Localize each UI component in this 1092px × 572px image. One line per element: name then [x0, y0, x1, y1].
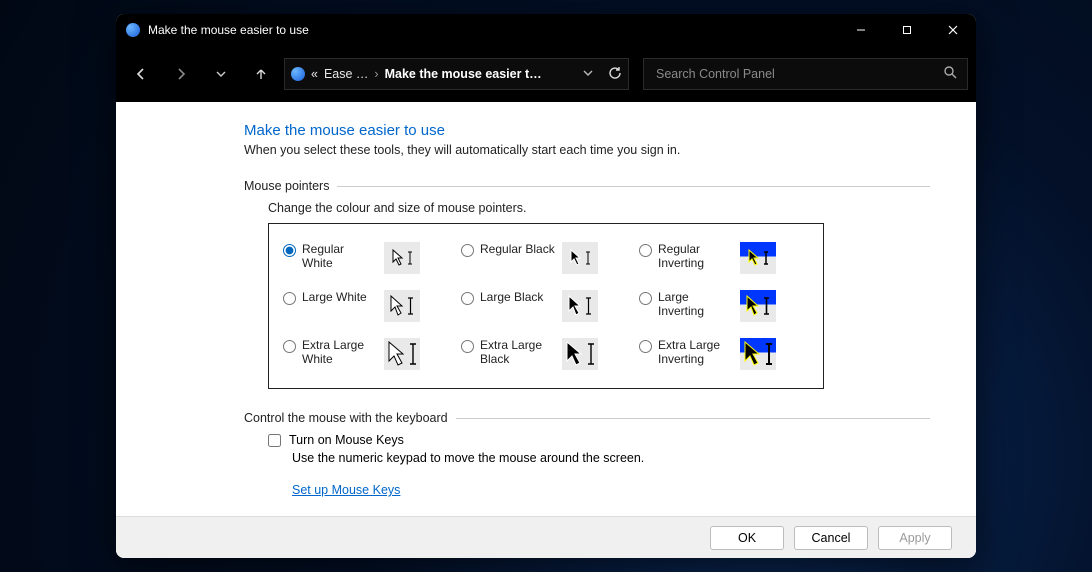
search-icon[interactable]: [943, 65, 957, 84]
radio-regular-white[interactable]: [283, 244, 296, 257]
back-button[interactable]: [124, 57, 158, 91]
preview-large-inverting: [740, 290, 776, 322]
address-dropdown[interactable]: [582, 67, 594, 82]
pointer-regular-black[interactable]: Regular Black: [457, 234, 635, 282]
mousekeys-checkbox[interactable]: [268, 434, 281, 447]
section-mouse-pointers-label: Mouse pointers: [244, 179, 329, 193]
pointers-sub: Change the colour and size of mouse poin…: [268, 201, 930, 215]
titlebar: Make the mouse easier to use: [116, 14, 976, 46]
address-icon: [291, 67, 305, 81]
control-panel-icon: [126, 23, 140, 37]
preview-xl-white: [384, 338, 420, 370]
chevron-right-icon: ›: [374, 67, 378, 81]
radio-regular-inverting[interactable]: [639, 244, 652, 257]
page-title: Make the mouse easier to use: [244, 122, 930, 139]
radio-large-white[interactable]: [283, 292, 296, 305]
control-panel-window: Make the mouse easier to use « Ease … › …: [116, 14, 976, 558]
breadcrumb-part1[interactable]: Ease …: [324, 67, 368, 81]
preview-regular-inverting: [740, 242, 776, 274]
pointer-large-black[interactable]: Large Black: [457, 282, 635, 330]
section-keyboard-label: Control the mouse with the keyboard: [244, 411, 448, 425]
forward-button[interactable]: [164, 57, 198, 91]
apply-button[interactable]: Apply: [878, 526, 952, 550]
preview-xl-black: [562, 338, 598, 370]
preview-regular-black: [562, 242, 598, 274]
breadcrumb-prefix: «: [311, 67, 318, 81]
preview-regular-white: [384, 242, 420, 274]
radio-large-black[interactable]: [461, 292, 474, 305]
search-input[interactable]: [656, 67, 943, 81]
refresh-button[interactable]: [608, 66, 622, 83]
mousekeys-desc: Use the numeric keypad to move the mouse…: [292, 451, 930, 465]
pointer-xl-inverting[interactable]: Extra Large Inverting: [635, 330, 813, 378]
button-bar: OK Cancel Apply: [116, 516, 976, 558]
pointer-options-grid: Regular White Regular Black: [268, 223, 824, 389]
preview-large-black: [562, 290, 598, 322]
radio-xl-black[interactable]: [461, 340, 474, 353]
search-bar[interactable]: [643, 58, 968, 90]
recent-dropdown[interactable]: [204, 57, 238, 91]
radio-xl-white[interactable]: [283, 340, 296, 353]
up-button[interactable]: [244, 57, 278, 91]
radio-xl-inverting[interactable]: [639, 340, 652, 353]
preview-xl-inverting: [740, 338, 776, 370]
address-bar[interactable]: « Ease … › Make the mouse easier t…: [284, 58, 629, 90]
close-button[interactable]: [930, 14, 976, 46]
page-subheading: When you select these tools, they will a…: [244, 143, 930, 157]
pointer-xl-white[interactable]: Extra Large White: [279, 330, 457, 378]
window-title: Make the mouse easier to use: [148, 23, 309, 37]
minimize-button[interactable]: [838, 14, 884, 46]
divider: [456, 418, 930, 419]
pointer-large-white[interactable]: Large White: [279, 282, 457, 330]
breadcrumb-part2[interactable]: Make the mouse easier t…: [385, 67, 542, 81]
setup-mousekeys-link[interactable]: Set up Mouse Keys: [292, 483, 400, 497]
pointer-regular-white[interactable]: Regular White: [279, 234, 457, 282]
pointer-xl-black[interactable]: Extra Large Black: [457, 330, 635, 378]
radio-large-inverting[interactable]: [639, 292, 652, 305]
content-scroll[interactable]: Make the mouse easier to use When you se…: [116, 102, 976, 516]
pointer-regular-inverting[interactable]: Regular Inverting: [635, 234, 813, 282]
maximize-button[interactable]: [884, 14, 930, 46]
toolbar: « Ease … › Make the mouse easier t…: [116, 46, 976, 102]
cancel-button[interactable]: Cancel: [794, 526, 868, 550]
pointer-large-inverting[interactable]: Large Inverting: [635, 282, 813, 330]
radio-regular-black[interactable]: [461, 244, 474, 257]
mousekeys-row[interactable]: Turn on Mouse Keys: [268, 433, 930, 447]
mousekeys-label: Turn on Mouse Keys: [289, 433, 404, 447]
divider: [337, 186, 930, 187]
ok-button[interactable]: OK: [710, 526, 784, 550]
preview-large-white: [384, 290, 420, 322]
